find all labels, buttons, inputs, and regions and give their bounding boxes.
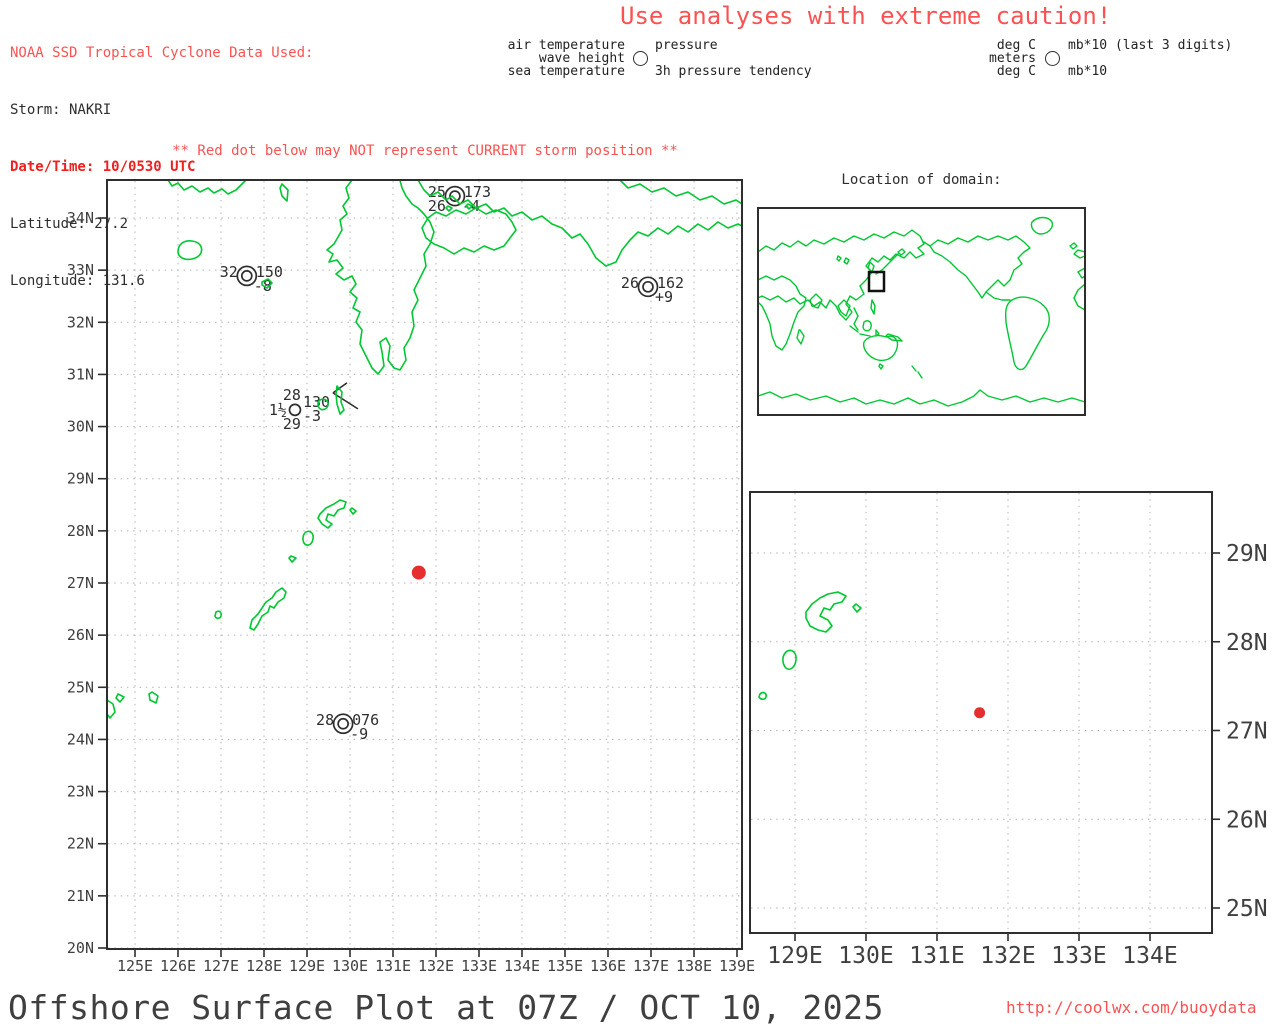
world-map-coastlines [757,216,1086,407]
coastline-amami-oshima [317,499,347,529]
x-tick-label: 130E [838,943,893,969]
main-map-border [106,179,743,950]
inset-amami-islet [852,603,862,613]
y-tick-label: 31N [67,365,94,383]
x-tick-label: 133E [461,957,497,975]
x-tick-label: 129E [289,957,325,975]
coastline-amami-islet [349,507,357,515]
plot-canvas: 125E 126E 127E 128E 129E 130E 131E 132E 133E 134E… [67,179,1268,975]
coastline-arabia [809,293,823,309]
domain-box [867,270,886,293]
y-tick-label: 34N [67,209,94,227]
station-sea-temp: 29 [283,415,301,433]
coastline-australia [863,334,923,379]
station-air-temp: 28 [316,711,334,729]
station-plot: 26 162+9 [621,274,684,306]
offshore-surface-plot-page: NOAA SSD Tropical Cyclone Data Used: Sto… [0,0,1280,1024]
coastline-korea-japan [867,248,906,275]
x-tick-label: 138E [676,957,712,975]
coastline-islet-southwest [115,693,125,703]
coastline-madagascar [796,329,805,345]
station-air-temp: 26 [621,274,639,292]
x-tick-label: 136E [590,957,626,975]
inset-tokunoshima [782,649,797,670]
y-tick-label: 24N [67,730,94,748]
station-plot: 28 076-9 [316,711,379,743]
coastline-eurasia [757,229,925,321]
coastline-miyako-island [148,691,159,704]
y-tick-label: 25N [67,678,94,696]
x-tick-label: 137E [633,957,669,975]
plot-title: Offshore Surface Plot at 07Z / OCT 10, 2… [8,988,884,1024]
source-url: http://coolwx.com/buoydata [1006,998,1257,1017]
y-tick-label: 23N [67,783,94,801]
inset-amami-oshima [805,591,847,633]
coastline-kume-island [214,610,222,620]
coastline-jeju-island [177,240,203,261]
inset-okinoerabu [758,691,767,701]
x-tick-label: 131E [909,943,964,969]
y-tick-label: 28N [1226,630,1268,656]
x-tick-label: 125E [117,957,153,975]
x-tick-label: 130E [332,957,368,975]
y-tick-label: 32N [67,313,94,331]
coastline-southeast-asia [849,299,903,342]
x-tick-label: 134E [1122,943,1177,969]
x-tick-label: 135E [547,957,583,975]
x-tick-label: 132E [980,943,1035,969]
y-tick-label: 27N [67,574,94,592]
y-tick-label: 28N [67,522,94,540]
y-tick-label: 29N [67,470,94,488]
coastline-africa [757,275,807,351]
station-pressure-tendency: +9 [655,288,673,306]
x-tick-label: 131E [375,957,411,975]
coastline-antarctica [757,389,1086,407]
y-tick-label: 20N [67,939,94,957]
y-tick-label: 30N [67,418,94,436]
y-tick-label: 22N [67,835,94,853]
coastline-okinoerabu [288,555,297,563]
coastline-korea-south [167,180,247,195]
x-tick-label: 126E [160,957,196,975]
station-pressure-tendency: -3 [303,407,321,425]
x-tick-label: 139E [719,957,755,975]
x-tick-label: 128E [246,957,282,975]
x-tick-label: 127E [203,957,239,975]
zoom-inset-layer: 129E 130E 131E 132E 133E 134E 29N 28N 27N 26N 25N [751,493,1268,969]
y-tick-label: 26N [1226,807,1268,833]
main-map-coastlines [107,180,742,719]
main-map-layer: 125E 126E 127E 128E 129E 130E 131E 132E 133E 134E… [67,181,755,975]
station-plot: 281½29130-3 [269,382,359,433]
y-tick-label: 25N [1226,896,1268,922]
x-tick-label: 133E [1051,943,1106,969]
y-tick-label: 26N [67,626,94,644]
coastline-europe-africa-wrap [1069,242,1086,311]
coastline-tokunoshima [302,530,314,546]
coastline-greenland [1030,216,1054,235]
coastline-south-america [1004,296,1050,371]
x-tick-label: 129E [767,943,822,969]
coastline-honshu-inner [619,180,742,205]
y-tick-label: 21N [67,887,94,905]
x-tick-label: 132E [418,957,454,975]
coastline-tsushima-island [279,183,289,202]
coastline-north-america [923,235,1031,299]
coastline-central-america [985,291,1011,301]
storm-position-dot [974,707,986,719]
station-plot: 32 150-8 [220,263,283,295]
x-tick-label: 134E [504,957,540,975]
inland-seas [836,255,850,265]
y-tick-label: 33N [67,261,94,279]
y-tick-label: 27N [1226,719,1268,745]
station-air-temp: 32 [220,263,238,281]
zoom-inset-coastlines [758,591,862,701]
coastline-kyushu [326,180,435,375]
storm-position-dot [411,565,426,580]
coastline-islet-border [107,699,116,719]
station-pressure-tendency: -9 [350,725,368,743]
station-plot: 25 17326 -4 [428,183,491,215]
y-tick-label: 29N [1226,541,1268,567]
coastline-okinawa [249,587,287,631]
